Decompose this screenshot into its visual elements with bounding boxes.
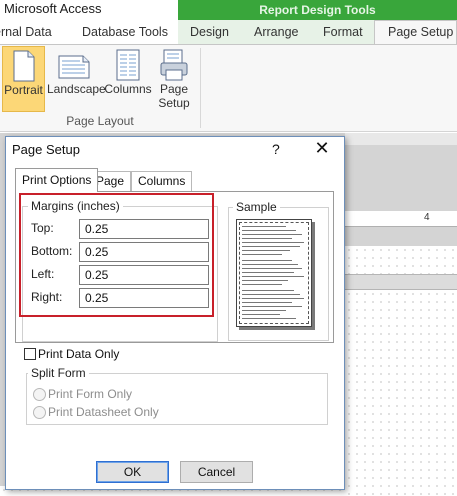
page-setup-label-line2: Setup	[158, 96, 190, 110]
columns-icon	[116, 49, 140, 81]
sample-text-line	[242, 298, 304, 299]
sample-group-title: Sample	[233, 200, 280, 214]
section-band-bar[interactable]	[345, 274, 457, 290]
sample-text-line	[242, 306, 302, 307]
report-grid-top[interactable]	[345, 246, 457, 274]
sample-text-line	[242, 318, 296, 319]
sample-text-line	[242, 264, 298, 265]
annotation-highlight-box	[19, 193, 214, 317]
sample-text-line	[242, 294, 300, 295]
tab-design[interactable]: Design	[190, 25, 229, 39]
cancel-button[interactable]: Cancel	[180, 461, 253, 483]
sample-text-line	[242, 276, 304, 277]
sample-text-line	[242, 242, 304, 243]
print-form-only-radio[interactable]	[33, 388, 46, 401]
portrait-icon	[13, 50, 34, 82]
tab-database-tools[interactable]: Database Tools	[82, 25, 168, 39]
tab-page-setup[interactable]: Page Setup	[388, 25, 453, 39]
sample-text-line	[242, 260, 292, 261]
ribbon-group-label: Page Layout	[66, 114, 134, 128]
dialog-title: Page Setup	[12, 142, 80, 157]
sample-text-line	[242, 226, 286, 227]
dialog-tab-print-options[interactable]: Print Options	[15, 168, 99, 192]
tab-external-data[interactable]: ernal Data	[0, 25, 52, 39]
print-datasheet-only-radio[interactable]	[33, 406, 46, 419]
sample-text-line	[242, 238, 292, 239]
sample-text-line	[242, 290, 294, 291]
ruler-mark: 4	[424, 212, 430, 223]
landscape-button[interactable]: Landscape	[47, 46, 106, 112]
help-button[interactable]: ?	[272, 141, 280, 157]
sample-text-line	[242, 314, 280, 315]
landscape-label: Landscape	[47, 82, 106, 96]
contextual-tab-group: Report Design Tools	[178, 0, 457, 20]
columns-button[interactable]: Columns	[104, 46, 152, 112]
report-grid-bottom[interactable]	[345, 290, 457, 496]
page-setup-button[interactable]: Page Setup	[154, 46, 194, 112]
print-datasheet-only-label: Print Datasheet Only	[48, 405, 159, 419]
print-form-only-label: Print Form Only	[48, 387, 133, 401]
tab-arrange[interactable]: Arrange	[254, 25, 298, 39]
sample-text-line	[242, 280, 288, 281]
ribbon-group-separator	[200, 48, 201, 128]
printer-icon	[160, 49, 188, 81]
sample-page-margin-outline	[239, 222, 309, 324]
contextual-tab-group-label: Report Design Tools	[259, 3, 376, 17]
portrait-label: Portrait	[4, 83, 43, 97]
sample-text-line	[242, 302, 292, 303]
split-form-group-title: Split Form	[28, 366, 89, 380]
page-setup-label-line1: Page	[159, 82, 189, 96]
sample-text-line	[242, 230, 296, 231]
print-data-only-checkbox[interactable]	[24, 348, 36, 360]
document-tab-strip	[345, 133, 457, 145]
tab-format[interactable]: Format	[323, 25, 363, 39]
landscape-icon	[58, 55, 90, 79]
sample-text-line	[242, 250, 290, 251]
print-data-only-label[interactable]: Print Data Only	[38, 347, 119, 361]
dialog-tab-columns[interactable]: Columns	[131, 171, 193, 191]
columns-label: Columns	[104, 82, 152, 96]
close-icon[interactable]: ✕	[312, 138, 332, 159]
sample-text-line	[242, 310, 286, 311]
sample-text-line	[242, 272, 294, 273]
sample-text-line	[242, 234, 302, 235]
portrait-button[interactable]: Portrait	[2, 46, 45, 112]
sample-text-line	[242, 284, 282, 285]
app-title: Microsoft Access	[4, 1, 102, 16]
horizontal-ruler	[345, 211, 457, 227]
sample-text-line	[242, 254, 282, 255]
sample-text-line	[242, 246, 300, 247]
sample-text-line	[242, 268, 302, 269]
ok-button[interactable]: OK	[96, 461, 169, 483]
